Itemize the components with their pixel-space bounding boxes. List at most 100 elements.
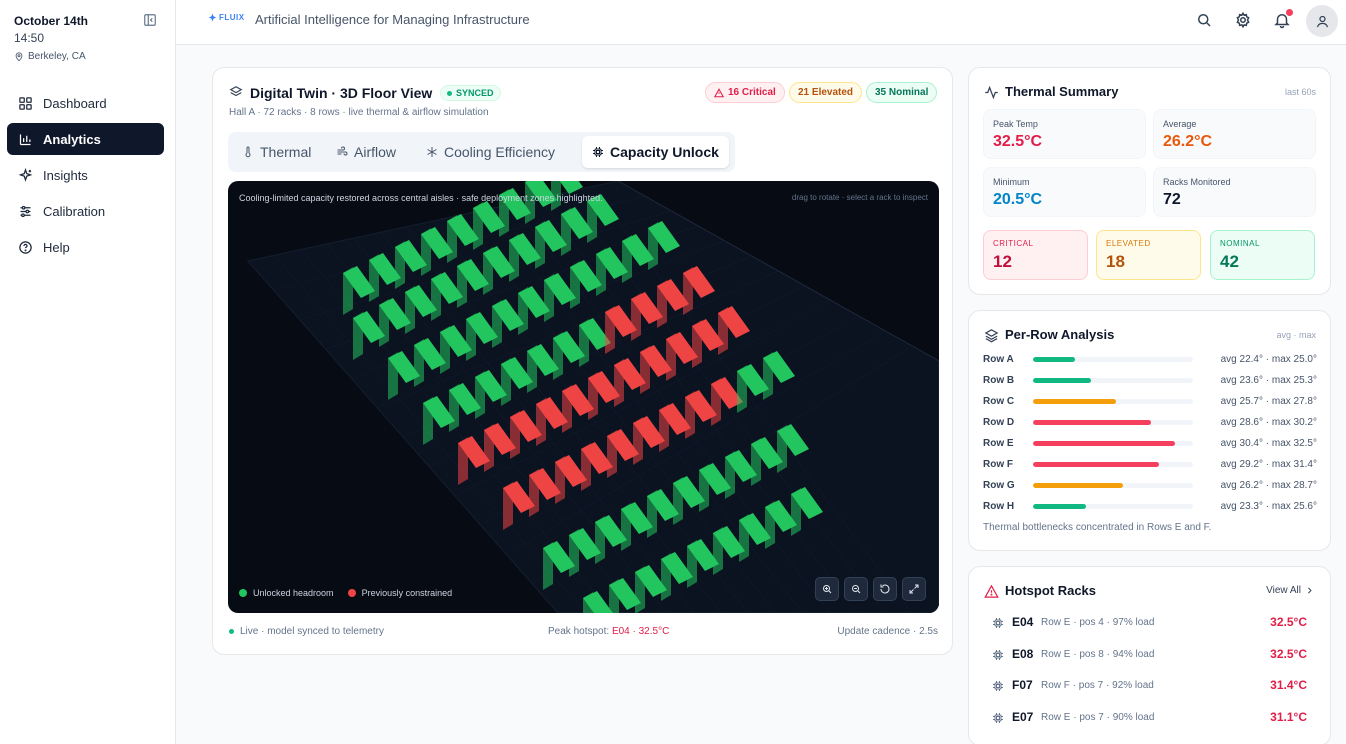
row-bar-track xyxy=(1033,504,1193,509)
row-name: Row G xyxy=(983,480,1015,491)
sidebar-location: Berkeley, CA xyxy=(14,51,86,62)
zoom-out-icon xyxy=(852,585,861,594)
hotspot-meta: Row E · pos 8 · 94% load xyxy=(1041,648,1155,660)
hotspot-temp: 32.5°C xyxy=(1270,646,1307,661)
reset-view-button[interactable] xyxy=(873,577,897,601)
hotspot-item[interactable]: E08 Row E · pos 8 · 94% load 32.5°C xyxy=(983,646,1317,666)
row-temps: avg 30.4° · max 32.5° xyxy=(1220,438,1317,449)
nav-label: Dashboard xyxy=(43,95,107,111)
sidebar: October 14th 14:50 Berkeley, CA Dashboar… xyxy=(0,0,176,744)
card-subtitle: Hall A · 72 racks · 8 rows · live therma… xyxy=(229,107,489,118)
zoom-out-button[interactable] xyxy=(844,577,868,601)
nav-label: Calibration xyxy=(43,203,106,219)
nominal-count-label: 35 Nominal xyxy=(875,87,929,98)
warning-icon xyxy=(984,584,999,598)
row-stat[interactable]: Row E avg 30.4° · max 32.5° xyxy=(983,436,1317,452)
status-badge: SYNCED xyxy=(440,85,501,101)
app-tagline: Artificial Intelligence for Managing Inf… xyxy=(255,12,530,27)
tab-label: Cooling Efficiency xyxy=(444,144,556,160)
stat-minimum: Minimum 20.5°C xyxy=(983,167,1146,217)
nav-item-analytics[interactable]: Analytics xyxy=(7,123,164,155)
layers-icon xyxy=(229,86,243,97)
zoom-in-icon xyxy=(823,585,832,594)
fullscreen-button[interactable] xyxy=(902,577,926,601)
row-name: Row H xyxy=(983,501,1015,512)
viz-controls xyxy=(815,577,926,601)
stat-label: Peak Temp xyxy=(993,119,1038,129)
severity-elevated[interactable]: ELEVATED 18 xyxy=(1096,230,1201,280)
row-bar-track xyxy=(1033,378,1193,383)
nominal-count-badge[interactable]: 35 Nominal xyxy=(866,82,938,103)
view-all-label: View All xyxy=(1266,585,1301,596)
nav-item-calibration[interactable]: Calibration xyxy=(7,195,164,227)
view-all-link[interactable]: View All xyxy=(1266,585,1314,596)
row-bar-track xyxy=(1033,399,1193,404)
sidebar-collapse-icon[interactable] xyxy=(143,13,157,27)
avatar[interactable] xyxy=(1306,5,1338,37)
peak-hotspot-label: Peak hotspot: xyxy=(548,626,610,637)
row-temps: avg 28.6° · max 30.2° xyxy=(1220,417,1317,428)
row-stat[interactable]: Row H avg 23.3° · max 25.6° xyxy=(983,499,1317,515)
row-stat[interactable]: Row F avg 29.2° · max 31.4° xyxy=(983,457,1317,473)
elevated-count-badge[interactable]: 21 Elevated xyxy=(789,82,863,103)
hotspot-meta: Row E · pos 7 · 90% load xyxy=(1041,711,1155,723)
floor-scene[interactable] xyxy=(228,181,939,613)
nav-item-insights[interactable]: Insights xyxy=(7,159,164,191)
gear-icon[interactable] xyxy=(1234,11,1252,29)
search-icon[interactable] xyxy=(1195,11,1213,29)
severity-nominal[interactable]: NOMINAL 42 xyxy=(1210,230,1315,280)
row-stat[interactable]: Row C avg 25.7° · max 27.8° xyxy=(983,394,1317,410)
digital-twin-card: Digital Twin · 3D Floor View SYNCED Hall… xyxy=(212,67,953,655)
layers-icon xyxy=(984,329,999,343)
tab-cooling-efficiency[interactable]: Cooling Efficiency xyxy=(416,136,565,168)
nav-item-help[interactable]: Help xyxy=(7,231,164,263)
hotspot-item[interactable]: E07 Row E · pos 7 · 90% load 31.1°C xyxy=(983,709,1317,729)
tab-thermal[interactable]: Thermal xyxy=(232,136,321,168)
bar-chart-icon xyxy=(19,134,31,145)
tab-airflow[interactable]: Airflow xyxy=(326,136,406,168)
row-stat[interactable]: Row D avg 28.6° · max 30.2° xyxy=(983,415,1317,431)
tab-label: Thermal xyxy=(260,144,312,160)
row-temps: avg 25.7° · max 27.8° xyxy=(1220,396,1317,407)
row-bar-track xyxy=(1033,441,1193,446)
card-title: Digital Twin · 3D Floor View xyxy=(250,85,433,101)
location-label: Berkeley, CA xyxy=(28,51,86,62)
floor-3d-view[interactable]: Cooling-limited capacity restored across… xyxy=(228,181,939,613)
app-logo[interactable]: FLUIX xyxy=(208,13,245,22)
hotspot-meta: Row F · pos 7 · 92% load xyxy=(1041,680,1154,691)
viz-legend: Unlocked headroom Previously constrained xyxy=(239,588,452,598)
chip-icon xyxy=(993,649,1003,660)
view-tabs: Thermal Airflow Cooling Efficiency Capac… xyxy=(228,132,735,172)
row-stat[interactable]: Row A avg 22.4° · max 25.0° xyxy=(983,352,1317,368)
row-stat[interactable]: Row B avg 23.6° · max 25.3° xyxy=(983,373,1317,389)
stat-value: 20.5°C xyxy=(993,191,1043,208)
nav-label: Help xyxy=(43,239,70,255)
peak-hotspot: Peak hotspot: E04 · 32.5°C xyxy=(548,626,669,637)
status-label: SYNCED xyxy=(456,88,494,98)
critical-count-badge[interactable]: 16 Critical xyxy=(705,82,785,103)
row-stat[interactable]: Row G avg 26.2° · max 28.7° xyxy=(983,478,1317,494)
tab-capacity-unlock[interactable]: Capacity Unlock xyxy=(582,136,729,168)
severity-label: CRITICAL xyxy=(993,239,1034,248)
severity-critical[interactable]: CRITICAL 12 xyxy=(983,230,1088,280)
zoom-in-button[interactable] xyxy=(815,577,839,601)
rotate-icon xyxy=(880,584,890,594)
grid-icon xyxy=(19,96,32,110)
hotspot-item[interactable]: E04 Row E · pos 4 · 97% load 32.5°C xyxy=(983,614,1317,634)
stat-label: Racks Monitored xyxy=(1163,177,1231,187)
chip-icon xyxy=(593,147,603,157)
viz-hint: drag to rotate · select a rack to inspec… xyxy=(791,193,928,202)
card-meta: avg · max xyxy=(1276,330,1316,340)
row-name: Row C xyxy=(983,396,1015,407)
legend-constrained-label: Previously constrained xyxy=(361,588,453,598)
stat-label: Minimum xyxy=(993,177,1030,187)
row-bar-fill xyxy=(1033,504,1086,509)
nav-item-dashboard[interactable]: Dashboard xyxy=(7,87,164,119)
sliders-icon xyxy=(20,205,31,217)
severity-label: NOMINAL xyxy=(1220,239,1260,248)
card-title: Per-Row Analysis xyxy=(1005,327,1115,342)
hotspot-temp: 31.4°C xyxy=(1270,678,1307,692)
row-name: Row A xyxy=(983,354,1014,365)
snowflake-icon xyxy=(427,147,437,157)
hotspot-item[interactable]: F07 Row F · pos 7 · 92% load 31.4°C xyxy=(983,677,1317,697)
